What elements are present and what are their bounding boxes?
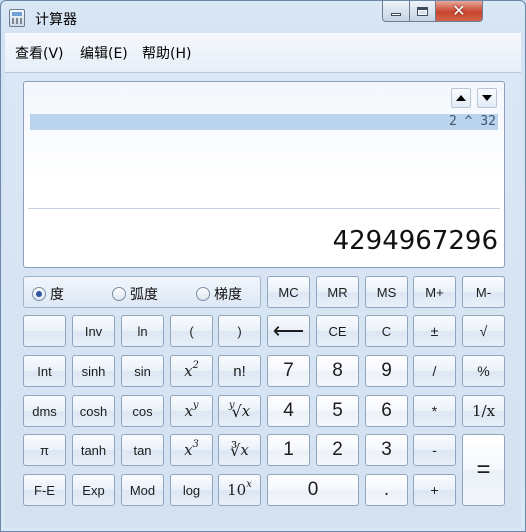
history-up-button[interactable] — [451, 88, 471, 108]
digit-5-button[interactable]: 5 — [316, 395, 359, 427]
cube-root-button[interactable]: ∛ x — [218, 434, 261, 466]
dms-button[interactable]: dms — [23, 395, 66, 427]
cos-button[interactable]: cos — [121, 395, 164, 427]
cube-root-radicand: x — [240, 441, 249, 459]
radio-radians-label: 弧度 — [130, 287, 158, 303]
right-paren-button[interactable]: ) — [218, 315, 261, 347]
mc-button[interactable]: MC — [267, 276, 310, 308]
digit-8-button[interactable]: 8 — [316, 355, 359, 387]
down-arrow-icon — [482, 95, 492, 101]
radio-gradians-label: 梯度 — [214, 287, 242, 303]
expression-line[interactable]: 2 ^ 32 — [30, 114, 498, 130]
angle-unit-group: 度 弧度 梯度 — [23, 276, 261, 308]
digit-9-button[interactable]: 9 — [365, 355, 408, 387]
x-power-y-button[interactable]: xy — [170, 395, 213, 427]
ce-button[interactable]: CE — [316, 315, 359, 347]
digit-6-button[interactable]: 6 — [365, 395, 408, 427]
sin-button[interactable]: sin — [121, 355, 164, 387]
backspace-button[interactable]: ⟵ — [267, 315, 310, 347]
cosh-button[interactable]: cosh — [72, 395, 115, 427]
inv-button[interactable]: Inv — [72, 315, 115, 347]
radio-radians-indicator — [112, 287, 126, 301]
up-arrow-icon — [456, 95, 466, 101]
close-icon: ✕ — [452, 1, 466, 20]
display-divider — [28, 208, 500, 209]
cube-root-symbol-icon: ∛ — [230, 440, 241, 460]
x-power-y-exponent: y — [192, 399, 199, 411]
radio-gradians[interactable]: 梯度 — [196, 284, 242, 304]
calculator-body: 2 ^ 32 4294967296 度 弧度 梯度 MC MR MS M+ M- — [5, 73, 521, 528]
tan-button[interactable]: tan — [121, 434, 164, 466]
equals-button[interactable]: = — [462, 434, 505, 506]
calculator-window: 计算器 ✕ 查看(V) 编辑(E) 帮助(H) 2 ^ 32 429496729… — [0, 0, 526, 532]
tanh-button[interactable]: tanh — [72, 434, 115, 466]
divide-button[interactable]: / — [413, 355, 456, 387]
maximize-button[interactable] — [410, 1, 436, 22]
x-cubed-button[interactable]: x3 — [170, 434, 213, 466]
radio-degrees-indicator — [32, 287, 46, 301]
m-plus-button[interactable]: M+ — [413, 276, 456, 308]
digit-7-button[interactable]: 7 — [267, 355, 310, 387]
f-e-button[interactable]: F-E — [23, 474, 66, 506]
ten-power-base: 10 — [227, 481, 247, 499]
decimal-button[interactable]: . — [365, 474, 408, 506]
left-paren-button[interactable]: ( — [170, 315, 213, 347]
mod-button[interactable]: Mod — [121, 474, 164, 506]
int-button[interactable]: Int — [23, 355, 66, 387]
blank-button[interactable] — [23, 315, 66, 347]
ten-power-exponent: x — [246, 478, 252, 490]
digit-3-button[interactable]: 3 — [365, 434, 408, 466]
menu-help[interactable]: 帮助(H) — [142, 43, 191, 63]
radio-degrees-label: 度 — [50, 287, 64, 303]
minus-button[interactable]: - — [413, 434, 456, 466]
ms-button[interactable]: MS — [365, 276, 408, 308]
mr-button[interactable]: MR — [316, 276, 359, 308]
m-minus-button[interactable]: M- — [462, 276, 505, 308]
menu-bar: 查看(V) 编辑(E) 帮助(H) — [5, 33, 521, 73]
digit-2-button[interactable]: 2 — [316, 434, 359, 466]
x-squared-button[interactable]: x2 — [170, 355, 213, 387]
backspace-arrow-icon: ⟵ — [272, 318, 305, 343]
radio-degrees[interactable]: 度 — [32, 284, 64, 304]
multiply-button[interactable]: * — [413, 395, 456, 427]
minimize-button[interactable] — [382, 1, 410, 22]
digit-4-button[interactable]: 4 — [267, 395, 310, 427]
factorial-button[interactable]: n! — [218, 355, 261, 387]
percent-button[interactable]: % — [462, 355, 505, 387]
digit-0-button[interactable]: 0 — [267, 474, 359, 506]
close-button[interactable]: ✕ — [436, 1, 483, 22]
c-button[interactable]: C — [365, 315, 408, 347]
x-squared-exponent: 2 — [192, 359, 199, 371]
plus-button[interactable]: + — [413, 474, 456, 506]
result-value: 4294967296 — [332, 226, 498, 256]
plus-minus-button[interactable]: ± — [413, 315, 456, 347]
y-root-x-button[interactable]: y √ x — [218, 395, 261, 427]
x-cubed-base: x — [184, 441, 193, 459]
reciprocal-button[interactable]: 1/x — [462, 395, 505, 427]
window-title: 计算器 — [35, 12, 77, 28]
y-root-index: y — [228, 399, 235, 411]
radio-gradians-indicator — [196, 287, 210, 301]
x-squared-base: x — [184, 362, 193, 380]
radio-radians[interactable]: 弧度 — [112, 284, 158, 304]
maximize-icon — [417, 6, 428, 16]
y-root-radicand: x — [241, 402, 251, 420]
sqrt-button[interactable]: √ — [462, 315, 505, 347]
x-cubed-exponent: 3 — [192, 438, 199, 450]
ln-button[interactable]: ln — [121, 315, 164, 347]
display-panel: 2 ^ 32 4294967296 — [23, 81, 505, 268]
title-bar[interactable]: 计算器 ✕ — [1, 1, 525, 33]
menu-view[interactable]: 查看(V) — [15, 43, 64, 63]
history-down-button[interactable] — [477, 88, 497, 108]
sinh-button[interactable]: sinh — [72, 355, 115, 387]
calculator-app-icon — [9, 9, 25, 27]
ten-power-x-button[interactable]: 10 x — [218, 474, 261, 506]
exp-button[interactable]: Exp — [72, 474, 115, 506]
pi-button[interactable]: π — [23, 434, 66, 466]
menu-edit[interactable]: 编辑(E) — [80, 43, 128, 63]
x-power-y-base: x — [184, 402, 193, 420]
digit-1-button[interactable]: 1 — [267, 434, 310, 466]
minimize-icon — [391, 12, 401, 16]
log-button[interactable]: log — [170, 474, 213, 506]
